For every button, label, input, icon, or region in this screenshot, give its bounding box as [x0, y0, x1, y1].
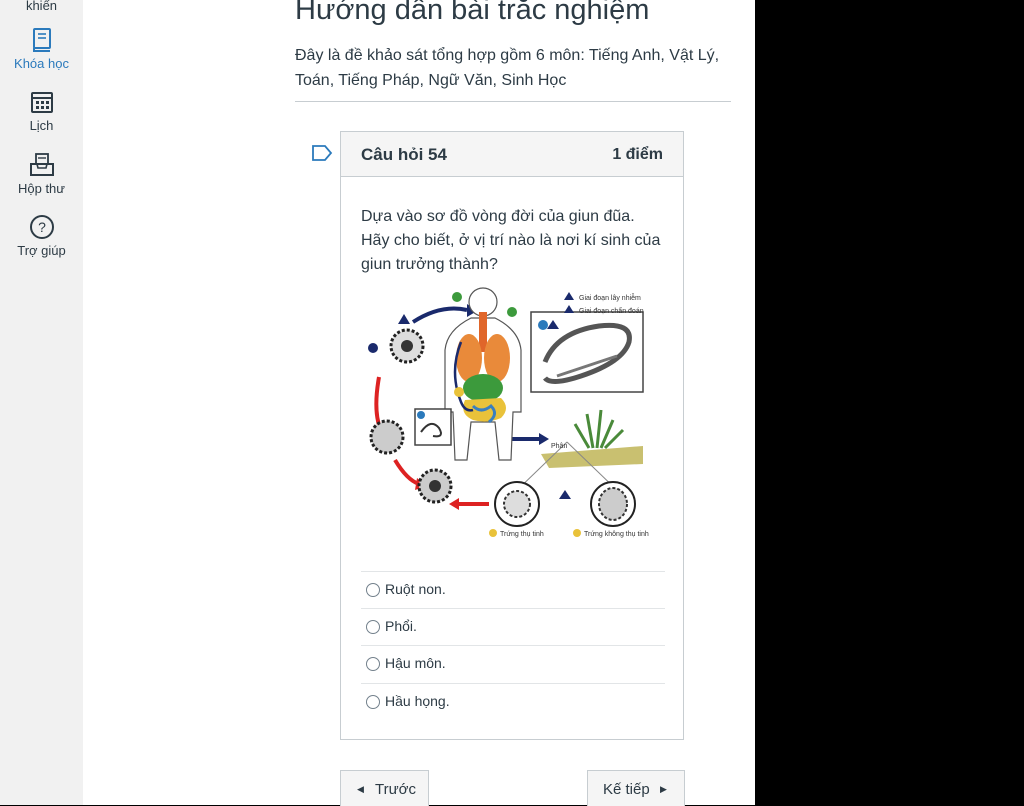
- inbox-icon: [29, 153, 54, 176]
- egg-unfertilized-label: Trứng không thụ tinh: [584, 531, 649, 538]
- answer-label: Phổi.: [385, 618, 417, 634]
- caret-left-icon: ◀: [357, 784, 364, 794]
- sidebar-item-help[interactable]: ? Trợ giúp: [0, 214, 83, 258]
- sidebar-item-dashboard[interactable]: khiển: [0, 0, 83, 13]
- sidebar-item-label: Khóa học: [14, 56, 69, 71]
- radio-button[interactable]: [366, 657, 380, 671]
- radio-button[interactable]: [366, 695, 380, 709]
- sidebar-item-label: Trợ giúp: [17, 243, 66, 258]
- sidebar-item-label: khiển: [25, 0, 58, 13]
- previous-button[interactable]: ◀ Trước: [340, 770, 429, 806]
- divider: [295, 101, 731, 102]
- radio-button[interactable]: [366, 620, 380, 634]
- legend-diagnostic: Giai đoạn chẩn đoán: [579, 307, 644, 315]
- question-card: Câu hỏi 54 1 điểm Dựa vào sơ đồ vòng đời…: [340, 131, 684, 740]
- egg-fertilized-label: Trứng thụ tinh: [500, 531, 544, 538]
- question-header: Câu hỏi 54 1 điểm: [341, 132, 683, 177]
- quiz-intro-text: Đây là đề khảo sát tổng hợp gồm 6 môn: T…: [295, 47, 720, 89]
- next-label: Kế tiếp: [603, 781, 650, 798]
- answer-option[interactable]: Hậu môn.: [361, 645, 665, 683]
- sidebar-item-courses[interactable]: Khóa học: [0, 27, 83, 71]
- answer-option[interactable]: Phổi.: [361, 608, 665, 646]
- svg-text:?: ?: [38, 219, 46, 235]
- flag-question-icon[interactable]: [311, 144, 333, 162]
- sidebar-item-label: Lịch: [29, 118, 54, 133]
- answer-label: Hậu môn.: [385, 655, 446, 671]
- answer-option[interactable]: Ruột non.: [361, 571, 665, 609]
- legend-infective: Giai đoạn lây nhiễm: [579, 293, 641, 302]
- answer-label: Hầu họng.: [385, 693, 450, 709]
- next-button[interactable]: Kế tiếp ▶: [587, 770, 685, 806]
- question-text: Dựa vào sơ đồ vòng đời của giun đũa. Hãy…: [361, 208, 661, 273]
- roundworm-lifecycle-diagram: Giai đoạn lây nhiễm Giai đoạn chẩn đoán …: [368, 287, 649, 538]
- caret-right-icon: ▶: [660, 784, 667, 794]
- calendar-icon: [30, 92, 53, 113]
- question-title: Câu hỏi 54: [361, 145, 447, 164]
- answer-label: Ruột non.: [385, 581, 446, 597]
- feces-label: Phân: [551, 443, 567, 450]
- page-title: Hướng dẫn bài trắc nghiệm: [295, 0, 650, 26]
- sidebar-item-label: Hộp thư: [17, 181, 65, 196]
- global-nav-sidebar: khiển Khóa học Lịch Hộp thư ? Trợ giúp: [0, 0, 83, 805]
- help-icon: ?: [29, 215, 54, 239]
- question-points: 1 điểm: [612, 146, 663, 163]
- radio-button[interactable]: [366, 583, 380, 597]
- previous-label: Trước: [375, 781, 416, 798]
- main-content: Hướng dẫn bài trắc nghiệm Đây là đề khảo…: [83, 0, 755, 806]
- sidebar-item-inbox[interactable]: Hộp thư: [0, 152, 83, 196]
- answer-option[interactable]: Hầu họng.: [361, 683, 665, 721]
- courses-icon: [32, 28, 51, 52]
- sidebar-item-calendar[interactable]: Lịch: [0, 89, 83, 133]
